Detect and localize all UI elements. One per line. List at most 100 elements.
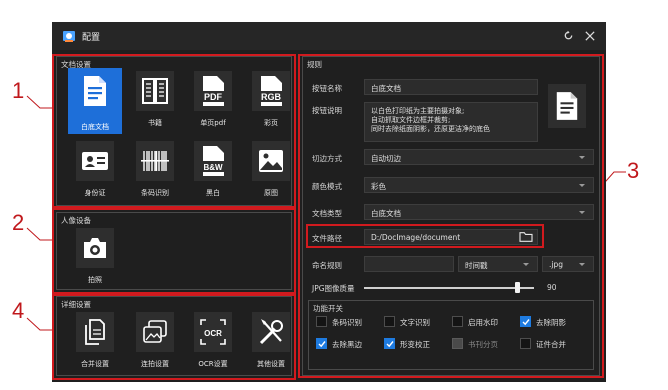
tile-label: 原图: [264, 189, 278, 197]
tile-color-page[interactable]: RGB 彩页: [244, 68, 298, 134]
annotation-2: 2: [12, 210, 25, 235]
image-icon: [259, 150, 283, 172]
crop-mode-select[interactable]: 自动切边: [364, 149, 594, 165]
desc-line: 自动抓取文件边框并裁剪;: [371, 116, 451, 124]
jpg-quality-label: JPG图像质量: [312, 284, 355, 293]
bw-badge: B&W: [203, 163, 223, 172]
ocr-icon: OCR: [200, 319, 226, 345]
naming-ext-select[interactable]: .jpg: [542, 256, 594, 272]
checkbox-label: 去除黑边: [332, 340, 362, 349]
window-title: 配置: [82, 33, 101, 43]
document-icon: [84, 76, 106, 106]
tools-icon: [259, 319, 283, 345]
folder-icon[interactable]: [519, 230, 535, 244]
tile-label: 书籍: [148, 119, 162, 127]
tile-original[interactable]: 原图: [244, 138, 298, 204]
pdf-icon: PDF: [200, 76, 226, 106]
tile-label: 单页pdf: [200, 119, 226, 127]
check-icon: [318, 341, 326, 348]
tile-ocr-settings[interactable]: OCR OCR设置: [186, 309, 240, 375]
id-card-icon: [82, 152, 108, 170]
tile-label: 条码识别: [141, 189, 169, 197]
checkbox-label: 书刊分页: [468, 340, 498, 349]
switch-checkbox[interactable]: 条码识别: [316, 315, 382, 329]
button-icon-preview[interactable]: [548, 84, 586, 128]
file-path-label: 文件路径: [312, 234, 342, 243]
checkbox-box: [384, 316, 395, 327]
checkbox-box: [452, 338, 463, 349]
checkbox-box: [316, 316, 327, 327]
check-icon: [386, 341, 394, 348]
jpg-quality-slider[interactable]: [364, 287, 534, 289]
annotation-3: 3: [627, 158, 640, 183]
checkbox-label: 证件合并: [536, 340, 566, 349]
color-mode-select[interactable]: 彩色: [364, 177, 594, 193]
tile-other-settings[interactable]: 其他设置: [244, 309, 298, 375]
close-icon[interactable]: [580, 26, 600, 46]
config-window: 配置 文档设置 白底文档 书籍 PDF 单页pdf RGB 彩页 身份证 条码识…: [52, 22, 606, 382]
tile-label: 拍照: [88, 276, 102, 284]
camera-icon: [84, 238, 106, 258]
tile-label: 彩页: [264, 119, 278, 127]
checkbox-label: 启用水印: [468, 318, 498, 327]
tile-barcode[interactable]: 条码识别: [128, 138, 182, 204]
burst-icon: [143, 320, 167, 343]
switch-checkbox[interactable]: 去除阴影: [520, 315, 586, 329]
file-path-input[interactable]: D:/DocImage/document: [364, 229, 538, 245]
checkbox-label: 去除阴影: [536, 318, 566, 327]
tile-white-doc[interactable]: 白底文档: [68, 68, 122, 134]
switch-checkbox[interactable]: 文字识别: [384, 315, 450, 329]
rgb-icon: RGB: [258, 76, 284, 106]
naming-mode-select[interactable]: 时间戳: [458, 256, 538, 272]
doc-type-label: 文档类型: [312, 209, 342, 218]
checkbox-box: [520, 316, 531, 327]
color-mode-label: 颜色模式: [312, 182, 342, 191]
switch-checkbox[interactable]: 去除黑边: [316, 337, 382, 351]
button-name-input[interactable]: 白底文档: [364, 79, 538, 95]
switch-checkbox[interactable]: 证件合并: [520, 337, 586, 351]
tile-label: 连拍设置: [141, 360, 169, 368]
tile-camera[interactable]: 拍照: [68, 225, 122, 291]
barcode-icon: [141, 151, 169, 171]
checkbox-box: [520, 338, 531, 349]
tile-label: 合并设置: [81, 360, 109, 368]
crop-mode-label: 切边方式: [312, 154, 342, 163]
app-icon: [63, 31, 75, 42]
doc-type-select[interactable]: 白底文档: [364, 204, 594, 220]
document-icon: [556, 92, 578, 120]
button-desc-label: 按钮说明: [312, 106, 342, 115]
book-icon: [142, 78, 168, 104]
desc-line: 同时去除纸面阴影，还原更洁净的底色: [371, 125, 490, 133]
annotation-1: 1: [12, 78, 25, 103]
tile-label: 白底文档: [81, 123, 109, 131]
tile-label: OCR设置: [198, 360, 228, 368]
button-name-label: 按钮名称: [312, 84, 342, 93]
jpg-quality-thumb[interactable]: [515, 282, 520, 293]
switch-checkbox[interactable]: 形变校正: [384, 337, 450, 351]
checkbox-label: 条码识别: [332, 318, 362, 327]
refresh-icon[interactable]: [558, 26, 578, 46]
checkbox-box: [316, 338, 327, 349]
tile-single-pdf[interactable]: PDF 单页pdf: [186, 68, 240, 134]
tile-burst-settings[interactable]: 连拍设置: [128, 309, 182, 375]
desc-line: 以白色打印纸为主要拍摄对象;: [371, 107, 465, 115]
tile-merge-settings[interactable]: 合并设置: [68, 309, 122, 375]
switch-checkbox[interactable]: 启用水印: [452, 315, 518, 329]
checkbox-box: [452, 316, 463, 327]
merge-icon: [85, 319, 105, 345]
tile-label: 黑白: [206, 189, 220, 197]
checkbox-label: 文字识别: [400, 318, 430, 327]
checkbox-box: [384, 338, 395, 349]
jpg-quality-value: 90: [547, 283, 557, 292]
switches-title: 功能开关: [313, 304, 343, 313]
tile-book[interactable]: 书籍: [128, 68, 182, 134]
switches-group: 功能开关: [308, 300, 594, 370]
pdf-badge: PDF: [204, 92, 223, 102]
tile-black-white[interactable]: B&W 黑白: [186, 138, 240, 204]
button-desc-textarea[interactable]: 以白色打印纸为主要拍摄对象; 自动抓取文件边框并裁剪; 同时去除纸面阴影，还原更…: [364, 102, 538, 142]
naming-prefix-input[interactable]: [364, 256, 454, 272]
rgb-badge: RGB: [261, 92, 282, 102]
naming-rule-label: 命名规则: [312, 261, 342, 270]
tile-id-card[interactable]: 身份证: [68, 138, 122, 204]
ocr-badge: OCR: [204, 329, 222, 338]
